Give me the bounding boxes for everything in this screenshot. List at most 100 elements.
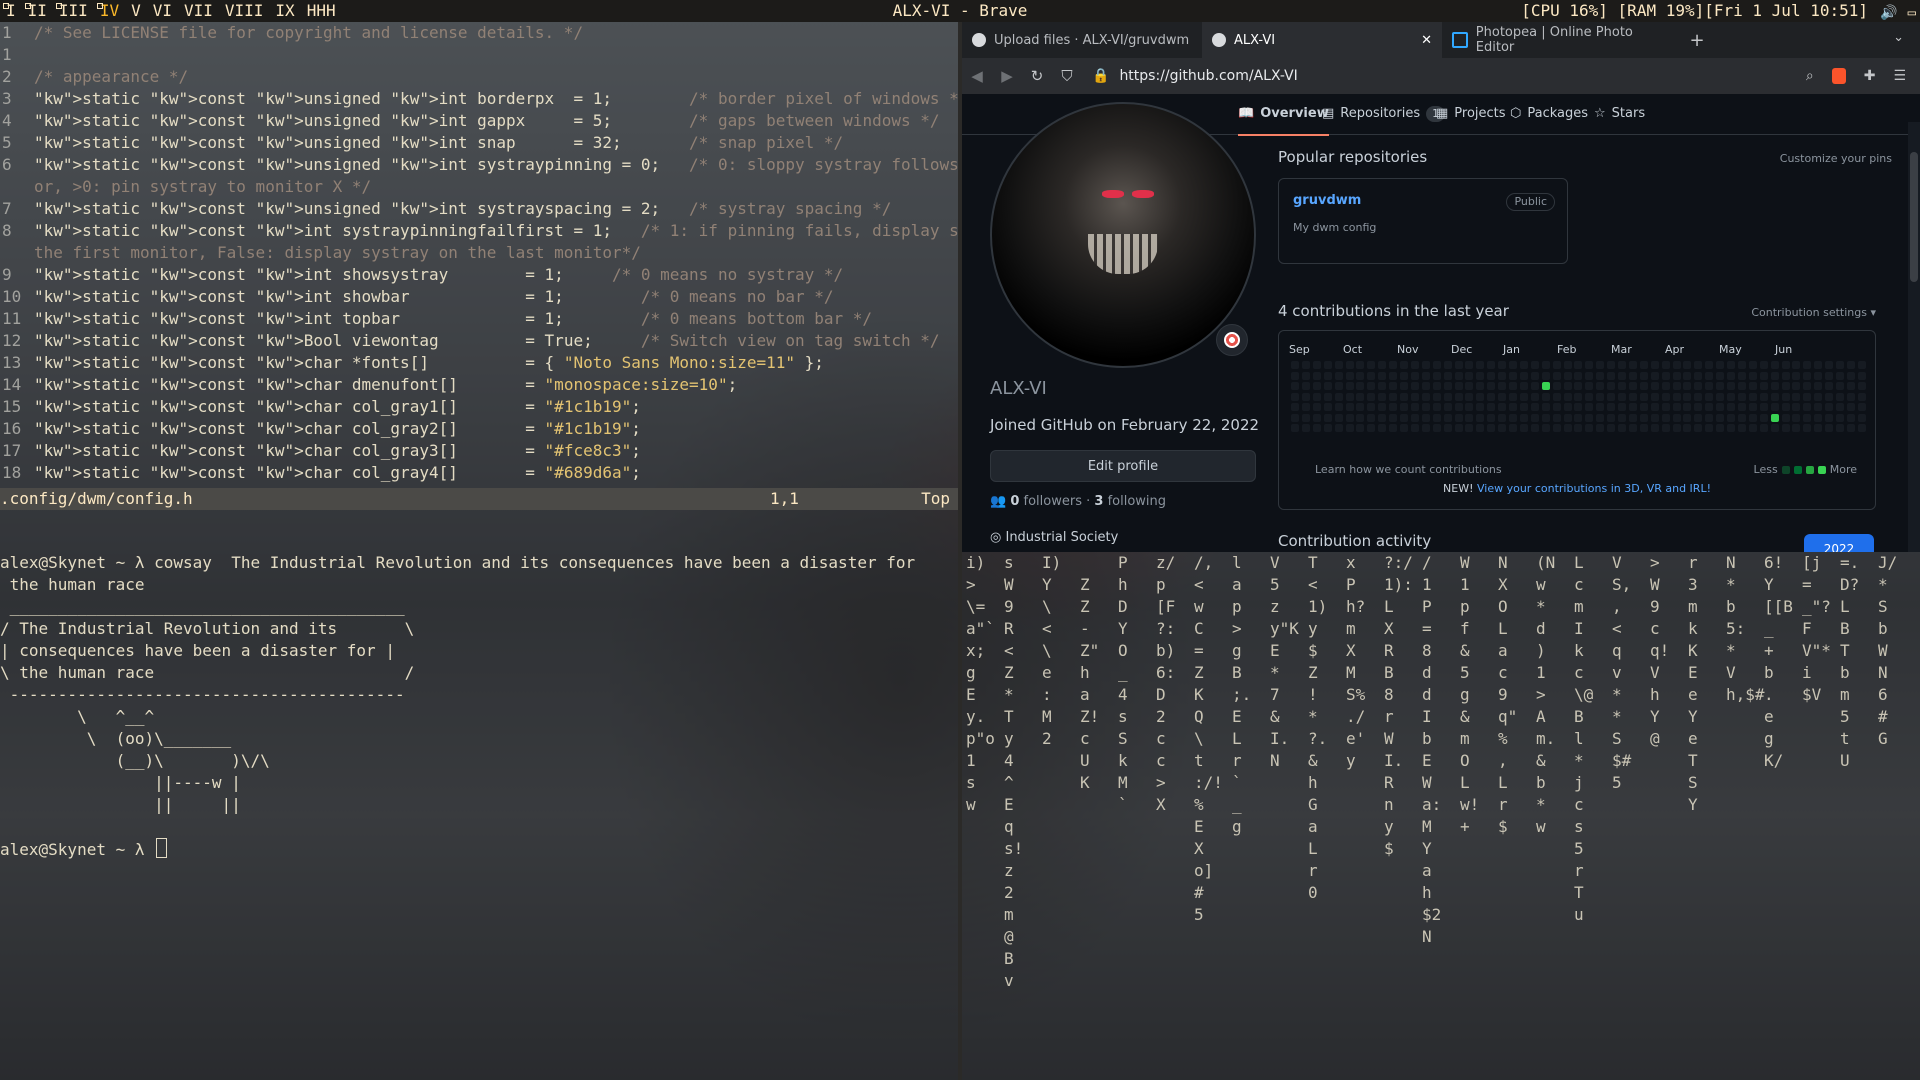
back-icon[interactable]: ◀ <box>962 67 992 85</box>
contribution-cell[interactable] <box>1661 413 1670 422</box>
contribution-cell[interactable] <box>1410 382 1419 390</box>
contribution-cell[interactable] <box>1389 392 1398 401</box>
contribution-cell[interactable] <box>1574 392 1583 401</box>
contribution-cell[interactable] <box>1770 361 1779 369</box>
contribution-cell[interactable] <box>1836 413 1844 422</box>
contribution-cell[interactable] <box>1792 392 1801 401</box>
contribution-cell[interactable] <box>1672 382 1681 390</box>
contribution-cell[interactable] <box>1705 371 1714 380</box>
contribution-cell[interactable] <box>1607 413 1616 422</box>
contribution-cell[interactable] <box>1694 392 1703 401</box>
contribution-cell[interactable] <box>1574 382 1583 390</box>
contribution-cell[interactable] <box>1487 382 1496 390</box>
vim-line[interactable]: 12 "kw">static "kw">const "kw">Bool viewo… <box>0 330 958 352</box>
contribution-cell[interactable] <box>1465 361 1474 369</box>
contribution-cell[interactable] <box>1618 403 1626 411</box>
contribution-cell[interactable] <box>1846 424 1855 432</box>
contribution-cell[interactable] <box>1846 413 1855 422</box>
vim-line[interactable]: 18 "kw">static "kw">const "kw">char col_g… <box>0 462 958 484</box>
contribution-cell[interactable] <box>1607 424 1616 432</box>
contribution-cell[interactable] <box>1367 413 1376 422</box>
contribution-cell[interactable] <box>1748 424 1757 432</box>
contribution-cell[interactable] <box>1563 382 1572 390</box>
contribution-cell[interactable] <box>1727 403 1735 411</box>
contribution-cell[interactable] <box>1683 382 1692 390</box>
contribution-cell[interactable] <box>1356 371 1365 380</box>
contribution-cell[interactable] <box>1737 413 1746 422</box>
contribution-cell[interactable] <box>1519 371 1528 380</box>
contribution-cell[interactable] <box>1421 382 1430 390</box>
contribution-cell[interactable] <box>1748 361 1757 369</box>
contribution-cell[interactable] <box>1345 424 1354 432</box>
contribution-cell[interactable] <box>1334 403 1343 411</box>
contribution-cell[interactable] <box>1312 403 1321 411</box>
contribution-cell[interactable] <box>1650 403 1659 411</box>
vim-line[interactable]: 8 "kw">static "kw">const "kw">int systray… <box>0 220 958 242</box>
contribution-cell[interactable] <box>1421 371 1430 380</box>
contribution-cell[interactable] <box>1759 371 1768 380</box>
contribution-cell[interactable] <box>1607 382 1616 390</box>
contribution-cell[interactable] <box>1814 403 1823 411</box>
contribution-cell[interactable] <box>1716 382 1725 390</box>
contribution-cell[interactable] <box>1465 371 1474 380</box>
vim-line[interactable]: 4 "kw">static "kw">const "kw">unsigned "k… <box>0 110 958 132</box>
contribution-cell[interactable] <box>1727 361 1735 369</box>
nav-tab-stars[interactable]: ☆ Stars <box>1594 94 1645 134</box>
contribution-cell[interactable] <box>1465 403 1474 411</box>
contribution-cell[interactable] <box>1596 361 1605 369</box>
contribution-cell[interactable] <box>1410 392 1419 401</box>
contribution-cell[interactable] <box>1737 382 1746 390</box>
contribution-cell[interactable] <box>1836 371 1844 380</box>
contribution-cell[interactable] <box>1672 361 1681 369</box>
contribution-cell[interactable] <box>1291 413 1299 422</box>
contribution-cell[interactable] <box>1683 371 1692 380</box>
contribution-cell[interactable] <box>1498 413 1507 422</box>
contribution-cell[interactable] <box>1432 371 1441 380</box>
browser-tab[interactable]: Upload files · ALX-VI/gruvdwm <box>962 22 1202 58</box>
contribution-cell[interactable] <box>1301 382 1310 390</box>
contribution-cell[interactable] <box>1574 361 1583 369</box>
contribution-cell[interactable] <box>1727 392 1735 401</box>
contribution-cell[interactable] <box>1694 403 1703 411</box>
contribution-cell[interactable] <box>1857 382 1866 390</box>
contribution-cell[interactable] <box>1367 371 1376 380</box>
contribution-cell[interactable] <box>1291 403 1299 411</box>
contribution-cell[interactable] <box>1628 392 1637 401</box>
contribution-cell[interactable] <box>1716 392 1725 401</box>
contribution-cell[interactable] <box>1705 392 1714 401</box>
contribution-cell[interactable] <box>1400 392 1408 401</box>
browser-tab[interactable]: ALX-VI ✕ <box>1202 22 1442 58</box>
contribution-cell[interactable] <box>1857 361 1866 369</box>
contribution-cell[interactable] <box>1334 371 1343 380</box>
contribution-cell[interactable] <box>1323 424 1332 432</box>
contribution-cell[interactable] <box>1389 424 1398 432</box>
contribution-cell[interactable] <box>1476 382 1485 390</box>
contribution-cell[interactable] <box>1563 424 1572 432</box>
contribution-cell[interactable] <box>1737 424 1746 432</box>
contribution-cell[interactable] <box>1650 392 1659 401</box>
contribution-settings-dropdown[interactable]: Contribution settings ▾ <box>1751 306 1876 319</box>
contribution-cell[interactable] <box>1530 382 1539 390</box>
contribution-cell[interactable] <box>1487 392 1496 401</box>
contribution-cell[interactable] <box>1378 371 1387 380</box>
contribution-cell[interactable] <box>1334 413 1343 422</box>
nav-tab-packages[interactable]: ⬡ Packages <box>1510 94 1588 134</box>
contribution-cell[interactable] <box>1705 403 1714 411</box>
contribution-cell[interactable] <box>1618 392 1626 401</box>
contribution-cell[interactable] <box>1748 403 1757 411</box>
contribution-cell[interactable] <box>1552 424 1561 432</box>
contribution-cell[interactable] <box>1759 382 1768 390</box>
contribution-cell[interactable] <box>1639 382 1648 390</box>
contribution-cell[interactable] <box>1607 361 1616 369</box>
contribution-cell[interactable] <box>1803 371 1812 380</box>
nav-tab-projects[interactable]: ▦ Projects <box>1436 94 1506 134</box>
contribution-cell[interactable] <box>1443 424 1452 432</box>
contribution-cell[interactable] <box>1781 424 1790 432</box>
tag-7[interactable]: VII <box>180 0 221 22</box>
contribution-cell[interactable] <box>1650 371 1659 380</box>
contribution-cell[interactable] <box>1400 403 1408 411</box>
vim-line[interactable]: 13 "kw">static "kw">const "kw">char *font… <box>0 352 958 374</box>
tag-1[interactable]: I <box>2 0 24 22</box>
contribution-cell[interactable] <box>1410 361 1419 369</box>
contribution-cell[interactable] <box>1378 413 1387 422</box>
